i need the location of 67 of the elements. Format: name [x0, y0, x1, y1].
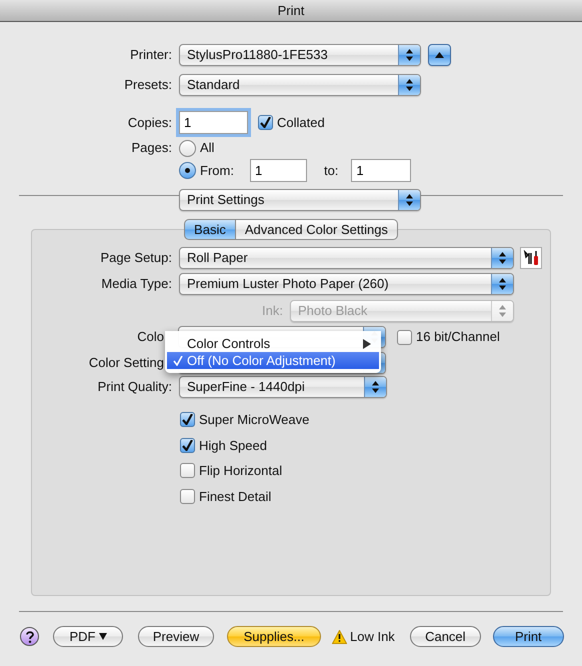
field-label: Copies:	[126, 114, 172, 132]
tools-icon	[523, 250, 539, 266]
pdf-button[interactable]: PDF	[53, 626, 123, 647]
option-checkbox[interactable]	[180, 412, 195, 428]
field-label: to:	[324, 162, 338, 180]
up-triangle-icon	[435, 52, 444, 58]
updown-arrows-icon	[406, 49, 413, 61]
checkbox-label: Finest Detail	[199, 488, 272, 506]
checkmark-icon	[260, 117, 271, 128]
menu-item[interactable]: Color Controls	[165, 335, 381, 352]
window-title: Print	[0, 0, 582, 22]
push-button[interactable]: Cancel	[410, 626, 481, 647]
updown-arrows-icon	[406, 79, 413, 91]
disclosure-button[interactable]	[428, 44, 451, 66]
option-checkbox[interactable]	[180, 438, 195, 453]
field-label: Color Setting	[88, 354, 164, 372]
field-label: Ink:	[261, 302, 283, 320]
tab[interactable]: Advanced Color Settings	[236, 219, 398, 240]
media-type-popup[interactable]: Premium Luster Photo Paper (260)	[179, 273, 514, 295]
checkbox-label: Flip Horizontal	[199, 462, 282, 480]
field-label: Page Setup:	[99, 249, 172, 268]
push-button[interactable]: Print	[492, 626, 564, 647]
help-button[interactable]	[20, 627, 39, 646]
checkmark-icon	[173, 356, 183, 366]
field-label: Presets:	[123, 76, 172, 94]
push-button[interactable]: Supplies...	[227, 626, 321, 647]
from-field[interactable]: 1	[250, 159, 307, 182]
printer-popup[interactable]: StylusPro11880-1FE533	[179, 44, 421, 66]
collated-checkbox[interactable]	[258, 115, 273, 130]
radio-label: All	[200, 139, 214, 158]
checkmark-icon	[182, 440, 193, 451]
presets-popup[interactable]: Standard	[179, 74, 421, 96]
tools-button[interactable]	[520, 247, 542, 269]
updown-arrows-icon	[406, 194, 413, 206]
checkbox-label: Collated	[277, 114, 325, 132]
field-label: Media Type:	[100, 275, 172, 294]
to-field[interactable]: 1	[351, 159, 412, 182]
caret-icon	[98, 633, 106, 640]
page-setup-popup[interactable]: Roll Paper	[179, 247, 514, 269]
copies-field[interactable]: 1	[179, 111, 248, 134]
push-button[interactable]: Preview	[138, 626, 214, 647]
updown-arrows-icon	[372, 381, 379, 393]
submenu-arrow-icon	[363, 339, 371, 349]
radio-button[interactable]	[179, 162, 196, 179]
section-popup[interactable]: Print Settings	[179, 189, 421, 211]
updown-arrows-icon	[499, 278, 506, 290]
field-label: Colo	[136, 328, 164, 346]
menu-item[interactable]: Off (No Color Adjustment)	[167, 352, 379, 369]
checkbox-label: 16 bit/Channel	[416, 328, 500, 346]
radio-label: From:	[200, 162, 234, 180]
updown-arrows-icon	[499, 305, 506, 317]
updown-arrows-icon	[499, 252, 506, 264]
checkbox-label: High Speed	[199, 436, 267, 455]
option-checkbox[interactable]	[180, 488, 195, 504]
bit-depth-checkbox[interactable]	[397, 330, 412, 344]
print-quality-popup[interactable]: SuperFine - 1440dpi	[179, 376, 387, 398]
warning-label: Low Ink	[350, 628, 395, 646]
field-label: Printer:	[129, 46, 172, 64]
option-checkbox[interactable]	[180, 463, 195, 478]
warning-icon	[332, 630, 347, 644]
field-label: Pages:	[130, 139, 172, 158]
field-label: Print Quality:	[96, 378, 172, 396]
tab[interactable]: Basic	[184, 219, 236, 240]
radio-button[interactable]	[179, 140, 196, 156]
question-mark-icon	[26, 630, 34, 642]
checkmark-icon	[182, 414, 193, 426]
checkbox-label: Super MicroWeave	[199, 411, 310, 429]
